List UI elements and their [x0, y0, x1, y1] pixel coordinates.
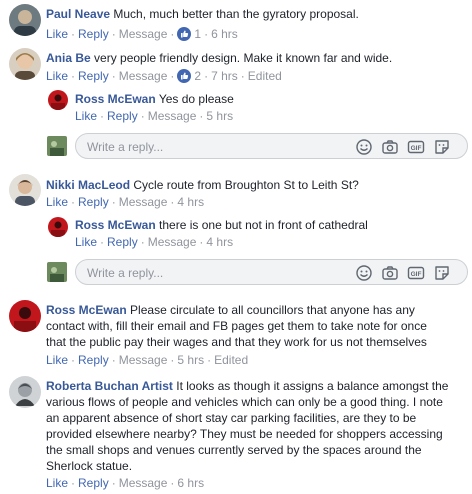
svg-text:GIF: GIF	[411, 145, 422, 152]
like-link[interactable]: Like	[46, 476, 68, 490]
comment-actions: Like · Reply · Message · 4 hrs	[46, 195, 205, 209]
reply-input[interactable]: Write a reply... GIF	[75, 133, 468, 159]
message-link[interactable]: Message	[119, 195, 168, 209]
emoji-icon[interactable]	[355, 264, 373, 282]
reply-link[interactable]: Reply	[78, 69, 109, 83]
timestamp[interactable]: 6 hrs	[177, 476, 204, 490]
commenter-name[interactable]: Nikki MacLeod	[46, 178, 130, 192]
reply-link[interactable]: Reply	[78, 195, 109, 209]
avatar[interactable]	[9, 174, 41, 206]
commenter-name[interactable]: Ross McEwan	[75, 218, 156, 232]
avatar[interactable]	[48, 90, 68, 110]
avatar[interactable]	[9, 376, 41, 408]
like-link[interactable]: Like	[46, 27, 68, 41]
like-link[interactable]: Like	[75, 109, 97, 123]
reply-actions: Like · Reply · Message · 5 hrs	[75, 109, 234, 123]
commenter-name[interactable]: Ross McEwan	[75, 92, 156, 106]
comment-text-line: Sherlock statue.	[46, 459, 133, 473]
current-user-avatar	[47, 262, 67, 282]
avatar[interactable]	[48, 217, 68, 237]
message-link[interactable]: Message	[119, 27, 168, 41]
comment-text-line: various flows of people and vehicles whi…	[46, 395, 443, 409]
timestamp[interactable]: 7 hrs	[211, 69, 238, 83]
commenter-name[interactable]: Paul Neave	[46, 7, 110, 21]
timestamp[interactable]: 5 hrs	[177, 353, 204, 367]
emoji-icon[interactable]	[355, 138, 373, 156]
comment: Ross McEwan Please circulate to all coun…	[46, 302, 470, 350]
edited-label[interactable]: Edited	[214, 353, 248, 367]
reply-placeholder: Write a reply...	[87, 140, 164, 154]
comment-actions: Like · Reply · Message · 2 · 7 hrs · Edited	[46, 68, 282, 83]
comment: Ania Be very people friendly design. Mak…	[46, 50, 472, 66]
gif-icon[interactable]: GIF	[407, 138, 425, 156]
comment-text: very people friendly design. Make it kno…	[94, 51, 393, 65]
comment-actions: Like · Reply · Message · 5 hrs · Edited	[46, 353, 249, 367]
reply-link[interactable]: Reply	[78, 476, 109, 490]
comment-text: Cycle route from Broughton St to Leith S…	[133, 178, 359, 192]
message-link[interactable]: Message	[148, 235, 197, 249]
reply-link[interactable]: Reply	[107, 235, 138, 249]
reply-placeholder: Write a reply...	[87, 266, 164, 280]
sticker-icon[interactable]	[433, 264, 451, 282]
edited-label[interactable]: Edited	[248, 69, 282, 83]
comment-text: there is one but not in front of cathedr…	[159, 218, 368, 232]
reply-actions: Like · Reply · Message · 4 hrs	[75, 235, 234, 249]
comment-text-line: an apparent absence of short stay car pa…	[46, 411, 417, 425]
comment-text-line: Please circulate to all councillors that…	[130, 303, 415, 317]
message-link[interactable]: Message	[119, 476, 168, 490]
comment-text-line: that the public pay their wages and that…	[46, 335, 427, 349]
message-link[interactable]: Message	[119, 69, 168, 83]
comment-actions: Like · Reply · Message · 1 · 6 hrs	[46, 26, 238, 41]
avatar[interactable]	[9, 48, 41, 80]
message-link[interactable]: Message	[119, 353, 168, 367]
reply-input[interactable]: Write a reply... GIF	[75, 259, 468, 285]
timestamp[interactable]: 5 hrs	[206, 109, 233, 123]
comment: Roberta Buchan Artist It looks as though…	[46, 378, 470, 474]
comment: Nikki MacLeod Cycle route from Broughton…	[46, 177, 472, 193]
comment-text-line: the small shops and venues currently ser…	[46, 443, 422, 457]
camera-icon[interactable]	[381, 138, 399, 156]
timestamp[interactable]: 4 hrs	[206, 235, 233, 249]
comment: Paul Neave Much, much better than the gy…	[46, 6, 472, 22]
comment-actions: Like · Reply · Message · 6 hrs	[46, 476, 205, 490]
camera-icon[interactable]	[381, 264, 399, 282]
like-reaction-icon[interactable]	[177, 26, 192, 41]
timestamp[interactable]: 4 hrs	[177, 195, 204, 209]
timestamp[interactable]: 6 hrs	[211, 27, 238, 41]
commenter-name[interactable]: Ross McEwan	[46, 303, 127, 317]
comment-text: Much, much better than the gyratory prop…	[113, 7, 359, 21]
reply-link[interactable]: Reply	[78, 353, 109, 367]
like-link[interactable]: Like	[46, 195, 68, 209]
like-link[interactable]: Like	[75, 235, 97, 249]
message-link[interactable]: Message	[148, 109, 197, 123]
like-link[interactable]: Like	[46, 353, 68, 367]
current-user-avatar	[47, 136, 67, 156]
commenter-name[interactable]: Roberta Buchan Artist	[46, 379, 173, 393]
commenter-name[interactable]: Ania Be	[46, 51, 91, 65]
avatar[interactable]	[9, 300, 41, 332]
comment-text-line: contact with, fill their email and FB pa…	[46, 319, 427, 333]
svg-text:GIF: GIF	[411, 271, 422, 278]
like-reaction-icon[interactable]	[177, 68, 192, 83]
avatar[interactable]	[9, 4, 41, 36]
reply-link[interactable]: Reply	[78, 27, 109, 41]
comment-text: Yes do please	[158, 92, 234, 106]
gif-icon[interactable]: GIF	[407, 264, 425, 282]
reply-link[interactable]: Reply	[107, 109, 138, 123]
reply: Ross McEwan there is one but not in fron…	[75, 217, 472, 233]
comment-text-line: provided elsewhere nearby? They must be …	[46, 427, 443, 441]
reply: Ross McEwan Yes do please	[75, 91, 472, 107]
like-link[interactable]: Like	[46, 69, 68, 83]
comment-text-line: It looks as though it assigns a balance …	[176, 379, 449, 393]
sticker-icon[interactable]	[433, 138, 451, 156]
